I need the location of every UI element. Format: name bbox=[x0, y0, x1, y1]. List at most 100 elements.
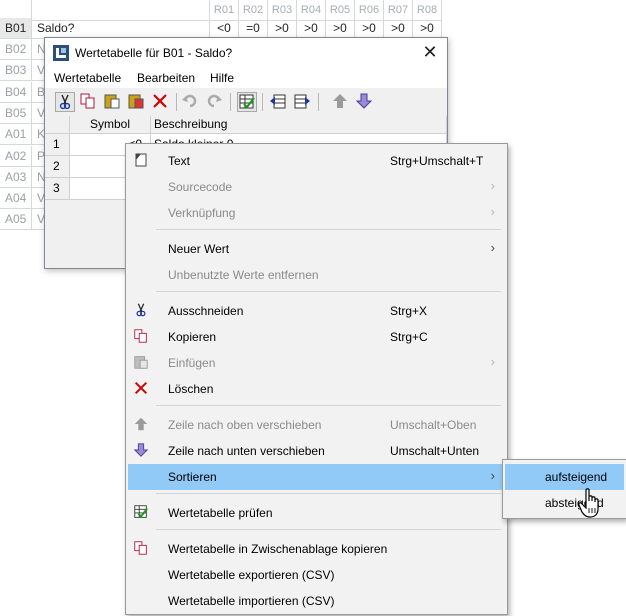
sheet-value-cell: >0 bbox=[268, 18, 297, 39]
copy-icon bbox=[132, 328, 150, 346]
copy-icon bbox=[80, 93, 95, 109]
sheet-value-cell: >0 bbox=[384, 18, 413, 39]
paste-tool-button[interactable] bbox=[103, 92, 123, 112]
sort-submenu: aufsteigend absteigend bbox=[502, 459, 626, 519]
column-header-symbol[interactable]: Symbol bbox=[70, 116, 151, 134]
sheet-row-id: A02 bbox=[0, 145, 32, 167]
context-menu-shortcut: Strg+X bbox=[390, 304, 428, 318]
context-menu-item[interactable]: Wertetabelle importieren (CSV) bbox=[128, 588, 505, 614]
sheet-value-cell: >0 bbox=[326, 18, 355, 39]
sheet-value-cell: >0 bbox=[355, 18, 384, 39]
context-menu-shortcut: Umschalt+Unten bbox=[390, 444, 480, 458]
sort-ascending-item[interactable]: aufsteigend bbox=[505, 464, 624, 490]
context-menu-label: Löschen bbox=[168, 382, 214, 396]
delete-icon bbox=[153, 94, 167, 108]
paste-icon bbox=[132, 354, 150, 372]
toolbar-separator bbox=[318, 93, 319, 111]
row-number[interactable]: 1 bbox=[45, 134, 70, 156]
undo-tool-button[interactable] bbox=[181, 92, 201, 112]
context-menu-item[interactable]: Sourcecode › bbox=[128, 174, 505, 200]
context-menu-label: Ausschneiden bbox=[168, 304, 244, 318]
menu-separator bbox=[156, 405, 501, 406]
menu-hilfe[interactable]: Hilfe bbox=[210, 71, 234, 85]
menu-separator bbox=[156, 529, 501, 530]
submenu-arrow-icon: › bbox=[490, 354, 495, 369]
arrow-down-icon bbox=[355, 93, 373, 109]
export-icon bbox=[294, 94, 310, 109]
paste-icon bbox=[104, 94, 120, 109]
menu-separator bbox=[156, 229, 501, 230]
context-menu-item[interactable]: Ausschneiden Strg+X bbox=[128, 298, 505, 324]
sort-descending-item[interactable]: absteigend bbox=[505, 490, 624, 516]
context-menu-item[interactable]: Unbenutzte Werte entfernen bbox=[128, 262, 505, 288]
text-icon bbox=[132, 152, 150, 170]
arrow-up-icon bbox=[132, 416, 150, 434]
context-menu-label: Wertetabelle prüfen bbox=[168, 506, 273, 520]
submenu-arrow-icon: › bbox=[490, 468, 495, 483]
undo-icon bbox=[182, 94, 197, 108]
sheet-row-id: B01 bbox=[0, 18, 32, 39]
close-button[interactable]: ✕ bbox=[413, 38, 447, 68]
paste-special-tool-button[interactable] bbox=[127, 92, 147, 112]
context-menu-label: Sourcecode bbox=[168, 180, 233, 194]
redo-icon bbox=[207, 94, 222, 108]
check-table-icon bbox=[132, 504, 150, 522]
context-menu-item[interactable]: Text Strg+Umschalt+T bbox=[128, 148, 505, 174]
sheet-row-id: B02 bbox=[0, 39, 32, 60]
delete-tool-button[interactable] bbox=[151, 92, 171, 112]
context-menu-item[interactable]: Zeile nach oben verschieben Umschalt+Oben bbox=[128, 412, 505, 438]
move-up-tool-button[interactable] bbox=[331, 92, 351, 112]
toolbar-separator bbox=[262, 93, 263, 111]
menu-wertetabelle[interactable]: Wertetabelle bbox=[54, 71, 121, 85]
menubar: Wertetabelle Bearbeiten Hilfe bbox=[45, 68, 447, 88]
dialog-titlebar[interactable]: Wertetabelle für B01 - Saldo? ✕ bbox=[45, 38, 447, 68]
move-down-tool-button[interactable] bbox=[355, 92, 375, 112]
check-table-icon bbox=[239, 94, 255, 109]
context-menu-label: Einfügen bbox=[168, 356, 216, 370]
row-number-header bbox=[45, 116, 70, 134]
context-menu-item[interactable]: Wertetabelle exportieren (CSV) bbox=[128, 562, 505, 588]
row-number[interactable]: 3 bbox=[45, 178, 70, 200]
context-menu-shortcut: Strg+C bbox=[390, 330, 428, 344]
check-tool-button[interactable] bbox=[237, 92, 257, 112]
sheet-row-id: B04 bbox=[0, 81, 32, 103]
row-number[interactable]: 2 bbox=[45, 156, 70, 178]
context-menu-label: Sortieren bbox=[168, 470, 217, 484]
context-menu-label: Unbenutzte Werte entfernen bbox=[168, 268, 319, 282]
export-tool-button[interactable] bbox=[293, 92, 313, 112]
context-menu-label: Wertetabelle importieren (CSV) bbox=[168, 594, 335, 608]
context-menu-item[interactable]: Kopieren Strg+C bbox=[128, 324, 505, 350]
scissors-icon bbox=[132, 302, 150, 320]
submenu-arrow-icon: › bbox=[490, 204, 495, 219]
context-menu-label: Kopieren bbox=[168, 330, 217, 344]
context-menu: Text Strg+Umschalt+T Sourcecode › Verknüpfun… bbox=[125, 143, 508, 615]
toolbar-separator bbox=[230, 93, 231, 111]
column-header-description[interactable]: Beschreibung bbox=[151, 116, 447, 134]
sheet-row-description: Saldo? bbox=[32, 18, 210, 39]
context-menu-label: Wertetabelle in Zwischenablage kopieren bbox=[168, 542, 388, 556]
sheet-value-cell: <0 bbox=[210, 18, 239, 39]
context-menu-item[interactable]: Zeile nach unten verschieben Umschalt+Unt… bbox=[128, 438, 505, 464]
context-menu-label: Text bbox=[168, 154, 191, 168]
redo-tool-button[interactable] bbox=[205, 92, 225, 112]
context-menu-item[interactable]: Neuer Wert › bbox=[128, 236, 505, 262]
sheet-value-cell: >0 bbox=[297, 18, 326, 39]
context-menu-item[interactable]: Wertetabelle prüfen bbox=[128, 500, 505, 526]
import-tool-button[interactable] bbox=[269, 92, 289, 112]
clipboard-copy-icon bbox=[132, 540, 150, 558]
context-menu-item[interactable]: Einfügen › bbox=[128, 350, 505, 376]
sheet-row-id: A03 bbox=[0, 166, 32, 188]
context-menu-label: Zeile nach oben verschieben bbox=[168, 418, 322, 432]
context-menu-item[interactable]: Löschen bbox=[128, 376, 505, 402]
context-menu-shortcut: Strg+Umschalt+T bbox=[390, 154, 484, 168]
context-menu-item[interactable]: Wertetabelle in Zwischenablage kopieren bbox=[128, 536, 505, 562]
copy-tool-button[interactable] bbox=[79, 92, 99, 112]
context-menu-label: Neuer Wert bbox=[168, 242, 230, 256]
context-menu-shortcut: Umschalt+Oben bbox=[390, 418, 477, 432]
menu-bearbeiten[interactable]: Bearbeiten bbox=[137, 71, 195, 85]
context-menu-item[interactable]: Verknüpfung › bbox=[128, 200, 505, 226]
import-icon bbox=[270, 94, 286, 109]
submenu-arrow-icon: › bbox=[490, 240, 495, 255]
context-menu-item[interactable]: Sortieren › bbox=[128, 464, 505, 490]
cut-tool-button[interactable] bbox=[55, 92, 75, 112]
